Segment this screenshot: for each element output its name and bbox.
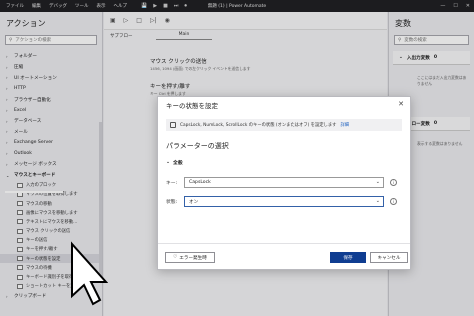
info-icon[interactable]: i bbox=[390, 198, 397, 205]
dialog-info-bar: CapsLock, NumLock, ScrollLock のキーの状態 (オン… bbox=[166, 119, 402, 131]
details-link[interactable]: 詳細 bbox=[340, 122, 349, 128]
dialog-footer: ♡ エラー発生時 保存 キャンセル bbox=[158, 243, 410, 269]
key-select[interactable]: CapsLock ⌄ bbox=[184, 177, 384, 188]
on-error-label: エラー発生時 bbox=[179, 255, 207, 261]
info-icon[interactable]: i bbox=[390, 179, 397, 186]
chevron-down-icon: ⌄ bbox=[166, 160, 171, 165]
key-row: キー: CapsLock ⌄ i bbox=[166, 177, 397, 188]
shield-icon: ♡ bbox=[173, 255, 178, 260]
state-label: 状態: bbox=[166, 200, 178, 205]
on-error-button[interactable]: ♡ エラー発生時 bbox=[165, 252, 215, 263]
general-label: 全般 bbox=[173, 161, 183, 166]
key-select-value: CapsLock bbox=[189, 180, 211, 185]
cancel-button[interactable]: キャンセル bbox=[370, 252, 408, 263]
parameters-heading: パラメーターの選択 bbox=[166, 142, 229, 150]
save-button[interactable]: 保存 bbox=[330, 252, 366, 263]
dialog-title: キーの状態を設定 bbox=[166, 102, 218, 110]
state-row: 状態: オン ⌄ i bbox=[166, 196, 397, 207]
state-select[interactable]: オン ⌄ bbox=[184, 196, 384, 207]
mouse-cursor-icon bbox=[71, 241, 108, 306]
chevron-down-icon: ⌄ bbox=[375, 179, 380, 185]
chevron-down-icon: ⌄ bbox=[375, 198, 380, 204]
set-key-state-dialog: キーの状態を設定 ✕ CapsLock, NumLock, ScrollLock… bbox=[157, 96, 411, 270]
dialog-info-text: CapsLock, NumLock, ScrollLock のキーの状態 (オン… bbox=[180, 123, 337, 128]
close-icon[interactable]: ✕ bbox=[398, 100, 404, 108]
state-select-value: オン bbox=[189, 199, 199, 205]
key-label: キー: bbox=[166, 181, 178, 186]
action-info-icon bbox=[170, 122, 176, 128]
general-section-toggle[interactable]: ⌄ 全般 bbox=[166, 159, 402, 166]
dialog-header: キーの状態を設定 ✕ bbox=[158, 97, 410, 113]
